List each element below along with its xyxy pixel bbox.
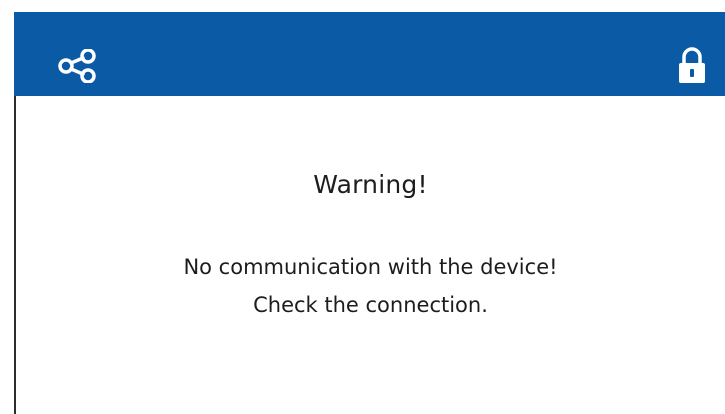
warning-screen: Warning! No communication with the devic… — [0, 0, 725, 414]
warning-dialog: Warning! No communication with the devic… — [16, 96, 725, 414]
lock-icon — [675, 46, 709, 90]
warning-message-line-2: Check the connection. — [253, 293, 488, 317]
warning-message: No communication with the device! Check … — [16, 248, 725, 324]
share-button[interactable] — [48, 38, 108, 98]
lock-button[interactable] — [662, 38, 722, 98]
warning-message-line-1: No communication with the device! — [183, 255, 558, 279]
warning-title: Warning! — [313, 170, 428, 199]
top-bar — [14, 12, 725, 96]
share-icon — [58, 48, 98, 87]
